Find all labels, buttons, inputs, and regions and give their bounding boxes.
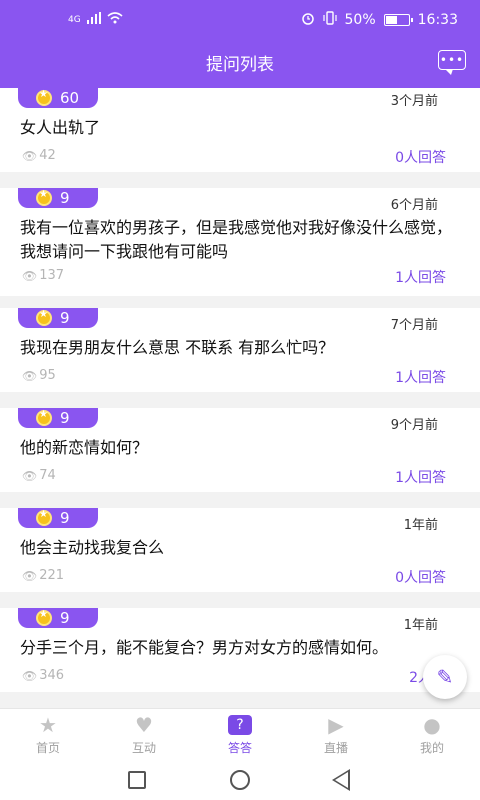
pencil-icon[interactable]: ✎ [423, 655, 467, 699]
question-text[interactable]: 我现在男朋友什么意思 不联系 有那么忙吗？ [20, 336, 460, 360]
tab-label: 直播 [323, 741, 348, 755]
coin-badge: 60 [18, 88, 98, 108]
question-text[interactable]: 他会主动找我复合么 [20, 536, 460, 560]
eye-icon: 👁 [22, 468, 38, 483]
coin-icon [36, 509, 52, 526]
question-time: 3个月前 [390, 94, 438, 109]
heart-box-icon: ♥ [135, 713, 153, 737]
battery-icon [383, 14, 413, 26]
tab-label: 答答 [227, 741, 252, 755]
view-count: 👁 74 [22, 468, 56, 483]
coin-icon [36, 609, 52, 626]
coin-icon [36, 309, 52, 326]
answer-count[interactable]: 1人回答 [395, 367, 446, 387]
tab-label: 首页 [35, 741, 60, 755]
answer-count[interactable]: 1人回答 [395, 467, 446, 487]
question-time: 1年前 [403, 518, 438, 533]
eye-icon: 👁 [22, 148, 38, 163]
view-count: 👁 221 [22, 568, 65, 583]
system-nav-bar [0, 760, 480, 800]
question-icon: ? [228, 715, 252, 735]
coin-badge: 9 [18, 608, 98, 628]
eye-icon: 👁 [22, 568, 38, 583]
question-card[interactable]: 9 6个月前 我有一位喜欢的男孩子，但是我感觉他对我好像没什么感觉，我想请问一下… [0, 188, 480, 296]
tab-label: 我的 [419, 741, 444, 755]
eye-icon: 👁 [22, 368, 38, 383]
coin-badge: 9 [18, 508, 98, 528]
eye-icon: 👁 [22, 268, 38, 283]
bottom-tab-bar: ★ 首页 ♥ 互动 ? 答答 ▶ 直播 ● 我的 [0, 708, 480, 760]
coin-icon [36, 409, 52, 426]
back-button[interactable] [332, 769, 350, 791]
question-card[interactable]: 9 1年前 分手三个月，能不能复合？男方对女方的感情如何。 👁346 2人回 [0, 608, 480, 692]
question-time: 7个月前 [390, 318, 438, 333]
battery-percent: 50% [344, 12, 376, 28]
coin-count: 9 [60, 409, 70, 427]
camera-icon: ▶ [328, 713, 344, 737]
coin-count: 9 [60, 609, 70, 627]
coin-badge: 9 [18, 408, 98, 428]
tab-label: 互动 [131, 741, 156, 755]
coin-badge: 9 [18, 308, 98, 328]
status-right: 50% 16:33 [301, 11, 458, 29]
question-card[interactable]: 9 1年前 他会主动找我复合么 👁221 0人回答 [0, 508, 480, 592]
question-text[interactable]: 我有一位喜欢的男孩子，但是我感觉他对我好像没什么感觉，我想请问一下我跟他有可能吗 [20, 216, 460, 264]
coin-count: 60 [60, 89, 80, 107]
view-count: 👁 42 [22, 148, 56, 163]
question-list[interactable]: 60 3个月前 女人出轨了 👁42 0人回答 9 6个月前 我有一位喜欢的男孩子… [0, 88, 480, 708]
alarm-icon [301, 11, 315, 29]
tab-interact[interactable]: ♥ 互动 [96, 709, 192, 760]
eye-icon: 👁 [22, 668, 38, 683]
status-time: 16:33 [417, 12, 458, 28]
coin-count: 9 [60, 309, 70, 327]
home-button[interactable] [230, 770, 250, 790]
question-card[interactable]: 9 7个月前 我现在男朋友什么意思 不联系 有那么忙吗？ 👁95 1人回答 [0, 308, 480, 392]
answer-count[interactable]: 0人回答 [395, 147, 446, 167]
question-card[interactable]: 60 3个月前 女人出轨了 👁42 0人回答 [0, 88, 480, 172]
answer-count[interactable]: 1人回答 [395, 267, 446, 287]
recent-apps-button[interactable] [128, 771, 146, 789]
question-time: 1年前 [403, 618, 438, 633]
question-card[interactable]: 9 9个月前 他的新恋情如何？ 👁74 1人回答 [0, 408, 480, 492]
question-text[interactable]: 分手三个月，能不能复合？男方对女方的感情如何。 [20, 636, 460, 660]
question-text[interactable]: 女人出轨了 [20, 116, 460, 140]
signal-icon [86, 12, 101, 28]
status-bar: 4G 50% 16:33 [0, 0, 480, 40]
tab-mine[interactable]: ● 我的 [384, 709, 480, 760]
vibrate-icon [322, 11, 337, 29]
star-home-icon: ★ [39, 713, 57, 737]
question-text[interactable]: 他的新恋情如何？ [20, 436, 460, 460]
page-title: 提问列表 [206, 55, 274, 75]
tab-home[interactable]: ★ 首页 [0, 709, 96, 760]
tab-answer[interactable]: ? 答答 [192, 709, 288, 760]
coin-badge: 9 [18, 188, 98, 208]
answer-count[interactable]: 0人回答 [395, 567, 446, 587]
view-count: 👁 95 [22, 368, 56, 383]
app-header: 4G 50% 16:33 提问列表 ••• [0, 0, 480, 88]
question-time: 9个月前 [390, 418, 438, 433]
view-count: 👁 137 [22, 268, 65, 283]
wifi-icon [107, 12, 123, 28]
view-count: 👁 346 [22, 668, 65, 683]
coin-count: 9 [60, 509, 70, 527]
coin-icon [36, 89, 52, 106]
status-left: 4G [68, 12, 123, 28]
chat-bubble-icon[interactable]: ••• [438, 50, 466, 75]
tab-live[interactable]: ▶ 直播 [288, 709, 384, 760]
coin-count: 9 [60, 189, 70, 207]
coin-icon [36, 189, 52, 206]
person-icon: ● [423, 713, 441, 737]
question-time: 6个月前 [390, 198, 438, 213]
signal-label: 4G [68, 15, 81, 25]
